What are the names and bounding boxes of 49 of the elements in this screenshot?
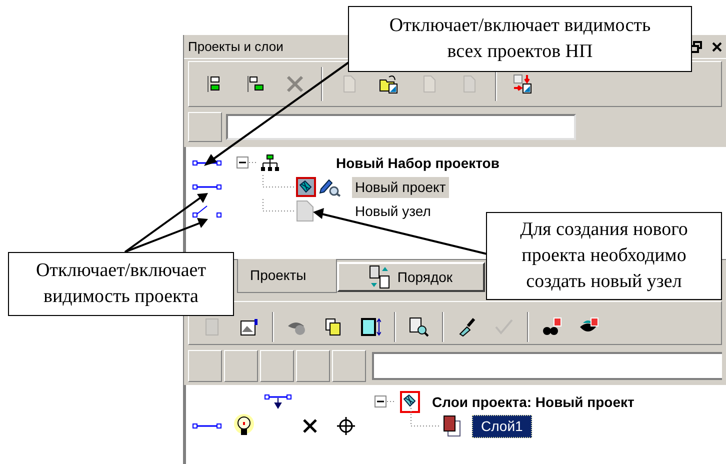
tree-item[interactable]: Слой1 [472,414,532,438]
tree-item[interactable]: Новый узел [352,200,434,222]
header-button[interactable] [224,350,258,382]
callout-text: Отключает/включает видимость [389,14,651,38]
input-field[interactable] [226,114,576,140]
callout-text: Для создания нового [520,218,688,242]
project-icon [400,391,420,413]
layer-icon [442,414,462,438]
binoculars-icon [542,317,562,337]
delete-icon [285,74,305,94]
pencil-magnifier-icon [319,177,341,197]
light-bulb-icon[interactable] [232,414,256,438]
header-button[interactable] [296,350,330,382]
tab[interactable]: Проекты [237,259,337,293]
callout-text: всех проектов НП [447,40,593,64]
header-button[interactable] [332,350,366,382]
cross-icon[interactable] [302,418,318,434]
tree-connector [262,174,296,188]
callout-text: проекта необходимо [522,244,686,268]
gradient-resize-icon [361,317,381,337]
network-icon [260,154,280,172]
collapse-icon[interactable] [236,156,258,170]
picture-edit-icon [239,317,259,337]
collapse-icon[interactable] [374,395,396,409]
header-button[interactable] [188,350,222,382]
reorder-icon [369,265,392,289]
tree-connector [262,198,296,212]
crosshair-icon[interactable] [336,416,356,436]
callout-text: создать новый узел [526,270,682,294]
window-title: Проекты и слои [188,38,284,56]
header-button[interactable] [188,112,222,142]
folder-icon [379,74,399,94]
swap-documents-icon [513,74,533,94]
tree-item[interactable]: Новый проект [352,176,449,198]
callout-text: видимость проекта [44,285,198,309]
header-button[interactable] [260,350,294,382]
tree-item[interactable]: Слои проекта: Новый проект [432,392,634,412]
project-icon [296,177,316,197]
tree-nodes-icon [245,74,265,94]
check-icon [494,317,514,337]
visibility-off-icon[interactable] [192,204,222,218]
input-field[interactable] [372,352,722,380]
tree-item[interactable]: Новый Набор проектов [336,152,500,174]
close-icon[interactable] [712,42,722,52]
page-zoom-icon [409,317,429,337]
tab[interactable]: Порядок [337,262,485,292]
callout-text: Отключает/включает [36,259,206,283]
brush-icon [457,317,477,337]
line-arrow-icon[interactable] [264,394,292,410]
